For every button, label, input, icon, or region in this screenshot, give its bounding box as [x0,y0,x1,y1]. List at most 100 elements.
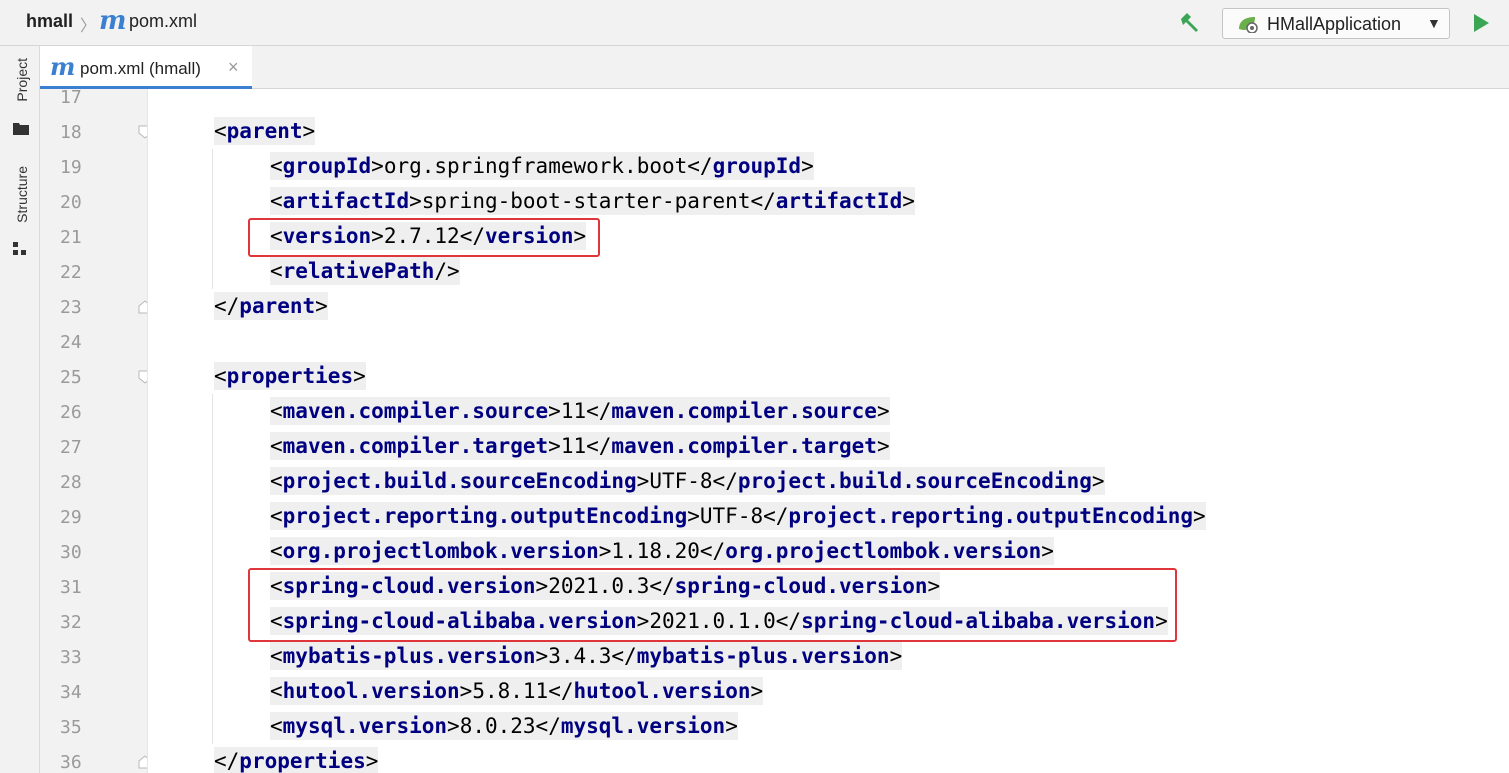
fold-collapse-icon[interactable] [138,125,148,139]
code-text: <groupId>org.springframework.boot</group… [270,152,814,180]
xml-tag-name: org.projectlombok.version [725,539,1042,563]
code-line[interactable]: <project.build.sourceEncoding>UTF-8</pro… [270,464,1105,499]
chevron-down-icon: ▼ [1427,15,1441,31]
xml-bracket: > [447,714,460,738]
fold-collapse-icon[interactable] [138,370,148,384]
indent-guide [212,394,213,744]
line-number: 21 [60,227,82,248]
code-line[interactable]: <maven.compiler.target>11</maven.compile… [270,429,890,464]
code-line[interactable]: <artifactId>spring-boot-starter-parent</… [270,184,915,219]
xml-tag-name: maven.compiler.source [611,399,877,423]
xml-bracket: < [270,714,283,738]
xml-bracket: </ [712,469,738,493]
maven-icon: m [99,6,126,36]
xml-text-value: 1.18.20 [611,539,700,563]
xml-bracket: < [270,434,283,458]
code-text: <relativePath/> [270,257,460,285]
code-text: <properties> [214,362,366,390]
code-text: <org.projectlombok.version>1.18.20</org.… [270,537,1054,565]
code-text: <parent> [214,117,316,145]
line-number: 17 [60,89,82,108]
code-line[interactable]: </properties> [214,744,379,773]
line-number: 30 [60,542,82,563]
code-line[interactable]: <hutool.version>5.8.11</hutool.version> [270,674,764,709]
xml-bracket: > [750,679,764,703]
play-icon[interactable] [1470,11,1492,35]
xml-bracket: < [214,119,227,143]
structure-tool-button[interactable]: Structure [14,166,30,223]
breadcrumb-project[interactable]: hmall [26,11,73,32]
code-line[interactable]: <parent> [214,114,316,149]
xml-bracket: > [353,364,366,388]
xml-text-value: spring-boot-starter-parent [421,189,751,213]
xml-bracket: < [270,644,283,668]
tool-window-sidebar: Project Structure [0,46,40,773]
xml-tag-name: mybatis-plus.version [636,644,890,668]
code-editor[interactable]: <parent> <groupId>org.springframework.boo… [148,89,1509,773]
code-line[interactable]: <mysql.version>8.0.23</mysql.version> [270,709,738,744]
breadcrumb-file[interactable]: pom.xml [129,11,197,32]
xml-bracket: </ [214,749,240,773]
xml-bracket: > [548,434,561,458]
xml-tag-name: mysql.version [282,714,448,738]
code-line[interactable]: <groupId>org.springframework.boot</group… [270,149,814,184]
spring-boot-icon [1239,17,1258,33]
xml-bracket: > [535,644,549,668]
xml-tag-name: parent [239,294,316,318]
xml-tag-name: relativePath [282,259,435,283]
xml-bracket: > [302,119,316,143]
xml-bracket: > [1041,539,1054,563]
code-text: <mybatis-plus.version>3.4.3</mybatis-plu… [270,642,903,670]
indent-guide [212,149,213,289]
maven-icon: m [50,52,75,81]
fold-end-icon[interactable] [138,300,148,314]
project-tool-button[interactable]: Project [14,58,30,102]
code-text: </parent> [214,292,328,320]
xml-bracket: > [687,504,700,528]
line-number: 19 [60,157,82,178]
xml-bracket: </ [548,679,574,703]
xml-bracket: > [636,469,650,493]
line-number: 27 [60,437,82,458]
xml-text-value: org.springframework.boot [383,154,688,178]
line-number: 22 [60,262,82,283]
xml-tag-name: hutool.version [282,679,460,703]
code-line[interactable]: <org.projectlombok.version>1.18.20</org.… [270,534,1054,569]
xml-tag-name: project.build.sourceEncoding [282,469,637,493]
code-line[interactable]: <project.reporting.outputEncoding>UTF-8<… [270,499,1206,534]
structure-icon[interactable] [13,242,27,256]
close-icon[interactable]: × [228,57,239,78]
code-line[interactable]: <relativePath/> [270,254,460,289]
code-text: </properties> [214,747,379,773]
code-line[interactable]: <mybatis-plus.version>3.4.3</mybatis-plu… [270,639,903,674]
xml-bracket: </ [586,434,612,458]
line-number: 34 [60,682,82,703]
xml-tag-name: groupId [282,154,372,178]
folder-icon[interactable] [13,122,29,135]
xml-bracket: > [876,434,890,458]
run-configuration-select[interactable]: HMallApplication ▼ [1222,8,1450,39]
fold-end-icon[interactable] [138,755,148,769]
hammer-icon[interactable] [1178,11,1202,35]
code-text: <mysql.version>8.0.23</mysql.version> [270,712,738,740]
xml-bracket: < [270,154,283,178]
xml-text-value: 8.0.23 [459,714,536,738]
breadcrumb-separator: 〉 [80,18,97,35]
tab-pom-xml[interactable]: m pom.xml (hmall) × [40,46,252,89]
xml-tag-name: maven.compiler.source [282,399,549,423]
xml-bracket: < [270,539,283,563]
xml-bracket: </ [699,539,726,563]
xml-text-value: 11 [560,434,587,458]
xml-bracket: > [315,294,328,318]
line-number: 36 [60,752,82,773]
navigation-bar: hmall 〉 m pom.xml HMallApplication ▼ [0,0,1509,46]
code-line[interactable]: <properties> [214,359,366,394]
xml-bracket: > [365,749,379,773]
line-number: 24 [60,332,82,353]
xml-text-value: UTF-8 [699,504,764,528]
code-line[interactable]: <maven.compiler.source>11</maven.compile… [270,394,890,429]
xml-bracket: < [270,399,283,423]
code-text: <artifactId>spring-boot-starter-parent</… [270,187,915,215]
xml-bracket: < [270,189,283,213]
code-line[interactable]: </parent> [214,289,328,324]
